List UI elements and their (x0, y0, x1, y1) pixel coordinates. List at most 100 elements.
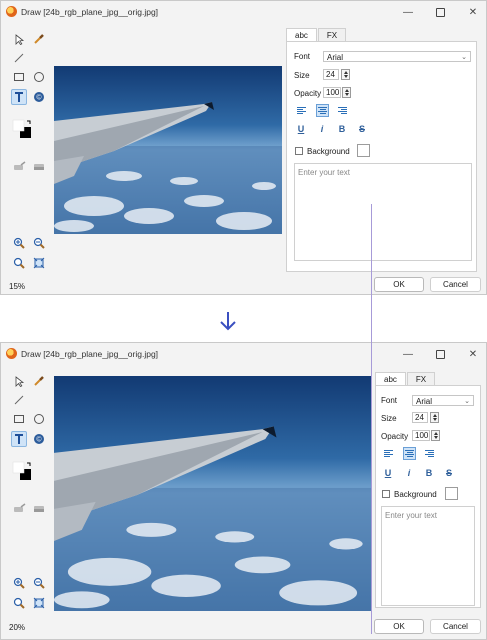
maximize-button[interactable] (433, 347, 447, 361)
background-color-swatch[interactable] (357, 144, 370, 157)
tab-fx[interactable]: FX (406, 372, 436, 386)
size-spinner[interactable] (430, 412, 439, 423)
close-button[interactable]: ✕ (466, 5, 480, 19)
underline-button[interactable]: U (382, 467, 394, 480)
italic-button[interactable]: i (403, 467, 415, 480)
canvas-image[interactable] (54, 66, 282, 234)
rectangle-icon[interactable] (11, 411, 27, 427)
chevron-down-icon: ⌄ (464, 398, 470, 405)
size-spinner[interactable] (341, 69, 350, 80)
down-arrow-icon (220, 312, 236, 331)
font-value: Arial (327, 53, 344, 62)
font-select[interactable]: Arial ⌄ (412, 395, 474, 406)
ellipse-icon[interactable] (31, 411, 47, 427)
font-label: Font (294, 52, 311, 61)
zoom-level: 15% (9, 282, 26, 291)
color-swatch-icon[interactable] (10, 459, 34, 483)
window-title: Draw [24b_rgb_plane_jpg__orig.jpg] (21, 349, 159, 359)
zoom-search-icon[interactable] (11, 255, 27, 271)
background-checkbox[interactable] (295, 147, 303, 155)
text-placeholder: Enter your text (385, 511, 438, 520)
text-icon[interactable] (11, 431, 27, 447)
opacity-input[interactable]: 100 (412, 430, 430, 441)
font-value: Arial (416, 397, 433, 406)
text-input-area[interactable]: Enter your text (294, 163, 472, 261)
panel-body: Font Arial ⌄ Size 24 Opacity 100 U i B S… (375, 385, 481, 608)
app-logo-icon (6, 6, 17, 17)
maximize-button[interactable] (433, 5, 447, 19)
opacity-spinner[interactable] (431, 430, 440, 441)
window-title: Draw [24b_rgb_plane_jpg__orig.jpg] (21, 7, 159, 17)
select-arrow-icon[interactable] (11, 31, 27, 47)
ok-button[interactable]: OK (374, 277, 424, 292)
select-arrow-icon[interactable] (11, 373, 27, 389)
close-button[interactable]: ✕ (466, 347, 480, 361)
bold-button[interactable]: B (336, 123, 348, 136)
fit-icon[interactable] (31, 595, 47, 611)
line-icon[interactable] (11, 392, 27, 408)
tab-fx[interactable]: FX (317, 28, 347, 42)
underline-button[interactable]: U (295, 123, 307, 136)
zoom-out-icon[interactable] (31, 575, 47, 591)
zoom-out-icon[interactable] (31, 235, 47, 251)
align-center-button[interactable] (316, 104, 329, 117)
background-label: Background (307, 147, 350, 156)
size-label: Size (294, 71, 310, 80)
draw-window-before: Draw [24b_rgb_plane_jpg__orig.jpg] — ✕ © (0, 0, 487, 295)
eyedropper-icon[interactable] (31, 373, 47, 389)
zoom-search-icon[interactable] (11, 595, 27, 611)
minimize-button[interactable]: — (401, 347, 415, 361)
chevron-down-icon: ⌄ (461, 54, 467, 61)
zoom-in-icon[interactable] (11, 235, 27, 251)
ellipse-icon[interactable] (31, 69, 47, 85)
draw-window-after: Draw [24b_rgb_plane_jpg__orig.jpg] — ✕ © (0, 342, 487, 640)
text-input-area[interactable]: Enter your text (381, 506, 475, 606)
minimize-button[interactable]: — (401, 5, 415, 19)
strikethrough-button[interactable]: S (443, 467, 455, 480)
size-input[interactable]: 24 (323, 69, 339, 80)
eraser-icon[interactable] (31, 500, 47, 516)
text-icon[interactable] (11, 89, 27, 105)
align-left-button[interactable] (382, 447, 395, 460)
brush-icon[interactable] (11, 158, 27, 174)
cancel-button[interactable]: Cancel (430, 277, 481, 292)
zoom-in-icon[interactable] (11, 575, 27, 591)
strikethrough-button[interactable]: S (356, 123, 368, 136)
stamp-icon[interactable]: © (31, 431, 47, 447)
italic-button[interactable]: i (316, 123, 328, 136)
svg-text:©: © (36, 94, 42, 102)
align-center-button[interactable] (403, 447, 416, 460)
align-right-button[interactable] (336, 104, 349, 117)
size-input[interactable]: 24 (412, 412, 428, 423)
align-right-button[interactable] (423, 447, 436, 460)
title-bar: Draw [24b_rgb_plane_jpg__orig.jpg] — ✕ (1, 343, 486, 365)
tab-abc[interactable]: abc (286, 28, 317, 42)
fit-icon[interactable] (31, 255, 47, 271)
panel-body: Font Arial ⌄ Size 24 Opacity 100 U i B S… (286, 41, 477, 272)
align-left-button[interactable] (295, 104, 308, 117)
bold-button[interactable]: B (423, 467, 435, 480)
eraser-icon[interactable] (31, 158, 47, 174)
background-checkbox[interactable] (382, 490, 390, 498)
canvas-image[interactable] (54, 376, 371, 611)
zoom-level: 20% (9, 623, 26, 632)
stamp-icon[interactable]: © (31, 89, 47, 105)
brush-icon[interactable] (11, 500, 27, 516)
color-swatch-icon[interactable] (10, 117, 34, 141)
guide-line (371, 204, 372, 634)
background-label: Background (394, 490, 437, 499)
opacity-input[interactable]: 100 (323, 87, 341, 98)
background-color-swatch[interactable] (445, 487, 458, 500)
rectangle-icon[interactable] (11, 69, 27, 85)
opacity-spinner[interactable] (342, 87, 351, 98)
title-bar: Draw [24b_rgb_plane_jpg__orig.jpg] — ✕ (1, 1, 486, 23)
app-logo-icon (6, 348, 17, 359)
font-select[interactable]: Arial ⌄ (323, 51, 471, 62)
text-placeholder: Enter your text (298, 168, 351, 177)
text-tool-panel: abc FX Font Arial ⌄ Size 24 Opacity 100 … (286, 28, 477, 272)
tab-abc[interactable]: abc (375, 372, 406, 386)
cancel-button[interactable]: Cancel (430, 619, 481, 634)
ok-button[interactable]: OK (374, 619, 424, 634)
line-icon[interactable] (11, 50, 27, 66)
eyedropper-icon[interactable] (31, 31, 47, 47)
